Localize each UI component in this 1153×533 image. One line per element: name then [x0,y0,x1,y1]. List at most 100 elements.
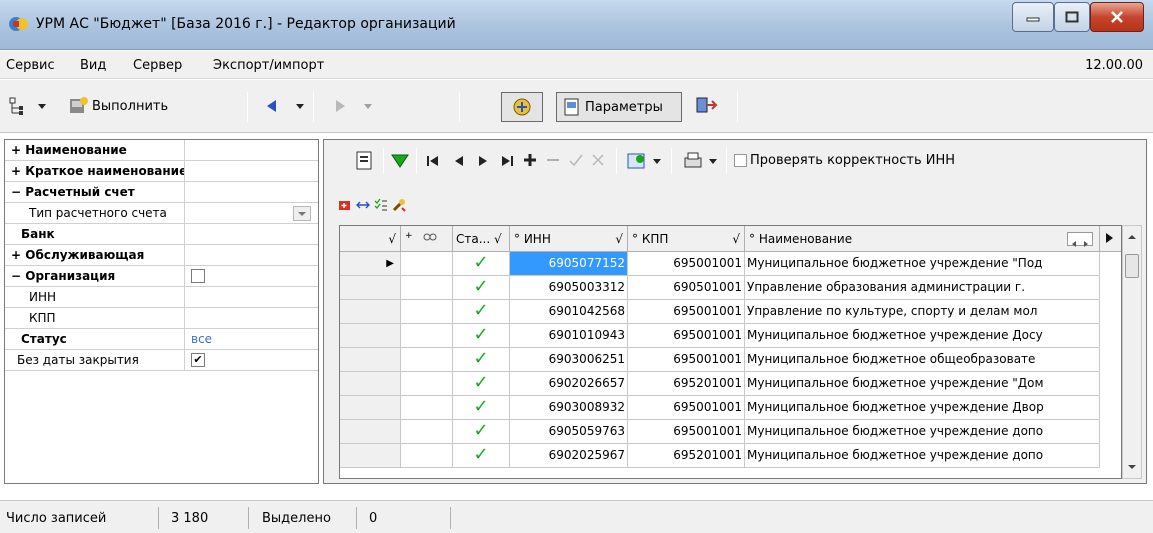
execute-button[interactable]: Выполнить [68,93,168,119]
filter-row-no-close-date[interactable]: Без даты закрытия ✔ [5,350,318,371]
link-column-header[interactable]: + [401,226,453,252]
forward-button[interactable] [332,98,348,114]
print-dropdown[interactable] [708,156,718,166]
account-type-dropdown[interactable] [293,206,311,221]
add-record-button[interactable] [523,153,537,167]
check-inn-checkbox[interactable] [734,154,747,167]
checklist-icon[interactable] [374,198,388,212]
table-row[interactable]: ✓ 6901010943 695001001 Муниципальное бюд… [340,324,1100,348]
organization-checkbox[interactable] [191,269,205,283]
tree-view-button[interactable] [8,96,28,116]
kpp-cell[interactable]: 695201001 [628,372,745,396]
scroll-down-icon[interactable] [1123,460,1141,474]
column-scroll-buttons[interactable] [1067,232,1093,247]
table-row[interactable]: ▶ ✓ 6905077152 695001001 Муниципальное б… [340,252,1100,276]
add-red-icon[interactable] [338,198,352,212]
post-record-button[interactable] [568,153,584,167]
parameters-button[interactable]: Параметры [556,92,682,122]
print-button[interactable] [682,151,704,171]
filter-row-status[interactable]: Статус все [5,329,318,350]
name-cell[interactable]: Муниципальное бюджетное общеобразовате [745,348,1100,372]
minimize-button[interactable] [1012,2,1054,32]
status-filter-value[interactable]: все [191,329,212,349]
status-column-header[interactable]: Ста... √ [453,226,510,252]
next-record-button[interactable] [476,154,490,168]
table-row[interactable]: ✓ 6903008932 695001001 Муниципальное бюд… [340,396,1100,420]
menu-export-import[interactable]: Экспорт/импорт [213,58,324,73]
prev-record-button[interactable] [452,154,466,168]
filter-row-account-type[interactable]: Тип расчетного счета [5,203,318,224]
cancel-record-button[interactable] [591,153,605,167]
filter-row-kpp[interactable]: КПП [5,308,318,329]
filter-button[interactable] [390,152,410,170]
inn-cell[interactable]: 6901042568 [510,300,628,324]
last-record-button[interactable] [500,154,514,168]
column-expand-button[interactable] [1100,226,1121,252]
filter-row-inn[interactable]: ИНН [5,287,318,308]
kpp-cell[interactable]: 695001001 [628,252,745,276]
grid-settings-button[interactable] [626,151,648,171]
maximize-button[interactable] [1054,2,1090,32]
table-row[interactable]: ✓ 6903006251 695001001 Муниципальное бюд… [340,348,1100,372]
vertical-scrollbar[interactable] [1122,225,1142,479]
kpp-cell[interactable]: 695001001 [628,420,745,444]
inn-cell[interactable]: 6905077152 [510,252,628,276]
inn-cell[interactable]: 6903008932 [510,396,628,420]
scroll-thumb[interactable] [1125,254,1139,278]
name-cell[interactable]: Муниципальное бюджетное учреждение Досу [745,324,1100,348]
back-button[interactable] [264,98,280,114]
inn-cell[interactable]: 6902026657 [510,372,628,396]
kpp-cell[interactable]: 695001001 [628,324,745,348]
name-cell[interactable]: Муниципальное бюджетное учреждение "Дом [745,372,1100,396]
filter-row-servicing[interactable]: + Обслуживающая [5,245,318,266]
kpp-cell[interactable]: 695201001 [628,444,745,468]
kpp-cell[interactable]: 695001001 [628,348,745,372]
kpp-cell[interactable]: 695001001 [628,300,745,324]
table-row[interactable]: ✓ 6901042568 695001001 Управление по кул… [340,300,1100,324]
name-column-header[interactable]: ° Наименование [745,226,1100,252]
inn-cell[interactable]: 6903006251 [510,348,628,372]
kpp-cell[interactable]: 690501001 [628,276,745,300]
name-cell[interactable]: Управление образования администрации г. [745,276,1100,300]
exit-button[interactable] [695,95,719,117]
table-row[interactable]: ✓ 6905003312 690501001 Управление образо… [340,276,1100,300]
swap-icon[interactable] [356,198,370,212]
no-close-date-checkbox[interactable]: ✔ [191,353,205,367]
table-row[interactable]: ✓ 6902026657 695201001 Муниципальное бюд… [340,372,1100,396]
table-row[interactable]: ✓ 6902025967 695201001 Муниципальное бюд… [340,444,1100,468]
tools-icon[interactable] [392,198,406,212]
inn-cell[interactable]: 6901010943 [510,324,628,348]
kpp-column-header[interactable]: ° КПП √ [628,226,745,252]
tree-view-dropdown[interactable] [36,100,48,112]
inn-column-header[interactable]: ° ИНН √ [510,226,628,252]
menu-view[interactable]: Вид [80,58,106,73]
name-cell[interactable]: Муниципальное бюджетное учреждение допо [745,444,1100,468]
delete-record-button[interactable] [546,153,560,167]
scroll-up-icon[interactable] [1123,230,1141,244]
name-cell[interactable]: Управление по культуре, спорту и делам м… [745,300,1100,324]
filter-row-account[interactable]: − Расчетный счет [5,182,318,203]
filter-row-bank[interactable]: Банк [5,224,318,245]
inn-cell[interactable]: 6905003312 [510,276,628,300]
name-cell[interactable]: Муниципальное бюджетное учреждение "Под [745,252,1100,276]
inn-cell[interactable]: 6902025967 [510,444,628,468]
close-button[interactable] [1090,2,1144,32]
kpp-cell[interactable]: 695001001 [628,396,745,420]
menu-server[interactable]: Сервер [133,58,182,73]
menu-service[interactable]: Сервис [6,58,55,73]
connect-button[interactable] [501,92,543,122]
first-record-button[interactable] [426,154,440,168]
organizations-grid[interactable]: √ + Ста... √ ° ИНН √ ° КПП √ ° Наименовани… [339,225,1122,479]
filter-row-organization[interactable]: − Организация [5,266,318,287]
export-grid-button[interactable] [354,150,376,172]
grid-settings-dropdown[interactable] [652,156,662,166]
forward-dropdown[interactable] [362,100,374,112]
name-cell[interactable]: Муниципальное бюджетное учреждение допо [745,420,1100,444]
filter-row-name[interactable]: + Наименование [5,140,318,161]
back-dropdown[interactable] [294,100,306,112]
check-inn-toggle[interactable]: Проверять корректность ИНН [734,153,955,168]
name-cell[interactable]: Муниципальное бюджетное учреждение Двор [745,396,1100,420]
filter-row-short-name[interactable]: + Краткое наименование [5,161,318,182]
inn-cell[interactable]: 6905059763 [510,420,628,444]
table-row[interactable]: ✓ 6905059763 695001001 Муниципальное бюд… [340,420,1100,444]
